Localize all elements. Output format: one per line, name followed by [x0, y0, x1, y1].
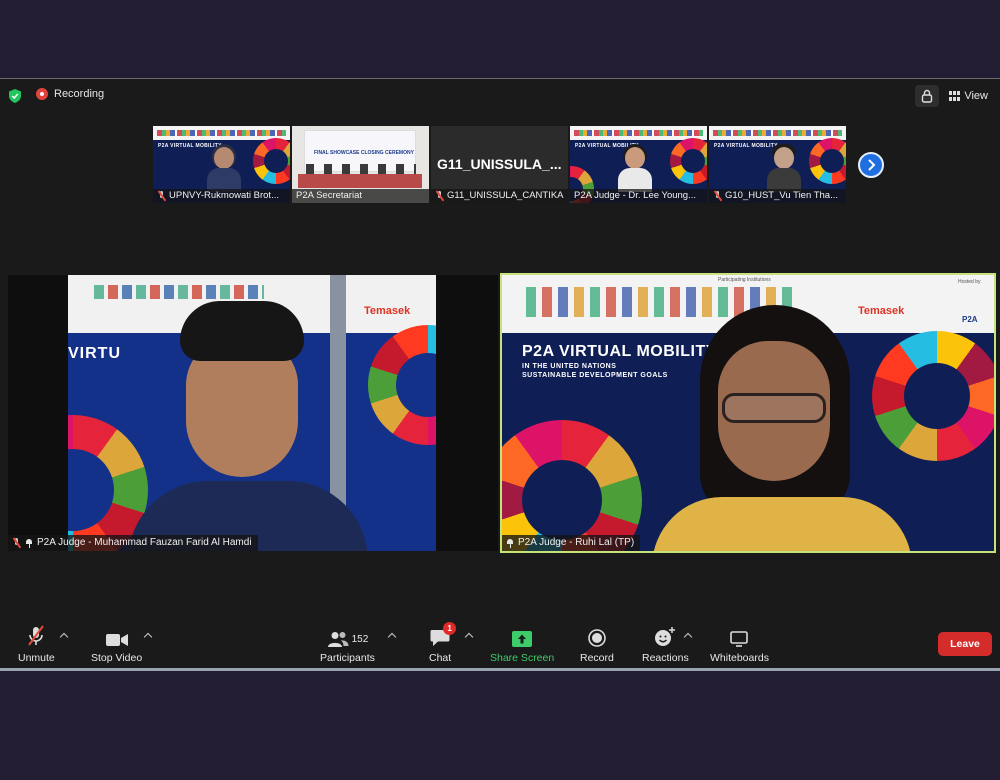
window-bottom-strip [0, 668, 1000, 671]
participant-video-tile[interactable]: VIRTU Temasek P2A Judge - Muhammad Fauza… [8, 275, 498, 551]
participant-name-label: P2A Judge - Dr. Lee Young... [570, 189, 707, 203]
video-camera-icon [105, 634, 128, 646]
view-button[interactable]: View [949, 90, 988, 102]
zoom-meeting-window: Recording View P2A VIRTUAL MOBILITY UPNV… [0, 79, 1000, 671]
participants-icon [327, 632, 349, 647]
recording-label: Recording [54, 88, 105, 100]
backdrop-subtitle: IN THE UNITED NATIONS [522, 363, 617, 370]
chat-unread-badge: 1 [443, 622, 457, 635]
room-table [298, 174, 422, 188]
chat-button[interactable]: 1 Chat [429, 622, 457, 664]
participant-thumbnail[interactable]: P2A VIRTUAL MOBILITY P2A Judge - Dr. Lee… [570, 126, 707, 203]
sdg-wheel [253, 138, 290, 184]
unmute-button[interactable]: Unmute [18, 625, 55, 664]
participant-video [618, 144, 652, 192]
mic-muted-icon [713, 191, 722, 201]
reactions-button[interactable]: Reactions [642, 625, 689, 664]
pin-icon [506, 538, 514, 548]
unmute-label: Unmute [18, 652, 55, 664]
temasek-logo: Temasek [364, 305, 411, 317]
participant-video [207, 144, 241, 192]
participant-name-label: G11_UNISSULA_CANTIKA [431, 189, 568, 203]
participant-thumbnail[interactable]: FINAL SHOWCASE CLOSING CEREMONY P2A Secr… [292, 126, 429, 203]
participant-name-label: P2A Secretariat [292, 189, 429, 203]
record-button[interactable]: Record [580, 625, 614, 664]
share-screen-icon [512, 631, 533, 647]
sdg-wheel [670, 138, 707, 184]
participant-thumbnail[interactable]: P2A VIRTUAL MOBILITY G10_HUST_Vu Tien Th… [709, 126, 846, 203]
sdg-wheel [809, 138, 846, 184]
pin-icon [25, 538, 33, 548]
participants-button[interactable]: 152 Participants [320, 625, 375, 664]
leave-button[interactable]: Leave [938, 632, 992, 656]
mic-muted-icon [435, 191, 444, 201]
audio-options-caret[interactable] [60, 631, 68, 639]
hosted-by-text: Hosted by [958, 279, 981, 285]
backdrop-text: VIRTU [68, 345, 121, 362]
record-icon [588, 629, 606, 647]
p2a-logo: P2A [962, 315, 978, 324]
reactions-label: Reactions [642, 652, 689, 664]
lock-icon [922, 89, 933, 103]
participant-name-label: P2A Judge - Muhammad Fauzan Farid Al Ham… [8, 535, 258, 551]
whiteboards-button[interactable]: Whiteboards [710, 625, 769, 664]
participant-person [652, 305, 912, 551]
reactions-options-caret[interactable] [684, 631, 692, 639]
whiteboard-icon [730, 631, 749, 647]
chat-label: Chat [429, 652, 452, 664]
chat-options-caret[interactable] [465, 631, 473, 639]
share-screen-button[interactable]: Share Screen [490, 625, 554, 664]
record-dot-icon [36, 88, 48, 100]
backdrop-subtitle: SUSTAINABLE DEVELOPMENT GOALS [522, 372, 668, 379]
room-screen-title: FINAL SHOWCASE CLOSING CEREMONY [314, 150, 414, 156]
participant-person [128, 301, 368, 551]
next-page-button[interactable] [858, 152, 884, 178]
record-label: Record [580, 652, 614, 664]
view-label: View [964, 90, 988, 102]
meeting-top-bar: Recording View [0, 79, 1000, 113]
sdg-wheel [502, 420, 642, 551]
participants-label: Participants [320, 652, 375, 664]
smiley-plus-icon [655, 627, 676, 646]
immersive-view-button[interactable] [915, 85, 940, 107]
participants-count: 152 [351, 634, 369, 645]
participant-thumbnail-strip: P2A VIRTUAL MOBILITY UPNVY-Rukmowati Bro… [153, 126, 846, 203]
participant-video [767, 144, 801, 192]
share-screen-label: Share Screen [490, 652, 555, 664]
participant-name-label: P2A Judge - Ruhi Lal (TP) [502, 535, 641, 551]
active-speaker-video-tile[interactable]: Participating Institutions Hosted by Tem… [500, 273, 996, 553]
mic-muted-icon [12, 538, 21, 548]
recording-indicator[interactable]: Recording [36, 88, 104, 100]
participant-name-label: UPNVY-Rukmowati Brot... [153, 189, 290, 203]
participants-options-caret[interactable] [388, 631, 396, 639]
participant-name-placeholder: G11_UNISSULA_... [437, 156, 562, 172]
microphone-muted-icon [28, 625, 45, 646]
participant-thumbnail[interactable]: G11_UNISSULA_... G11_UNISSULA_CANTIKA [431, 126, 568, 203]
meeting-toolbar: Unmute Stop Video 152 Participants 1 Cha… [0, 621, 1000, 671]
stop-video-label: Stop Video [91, 652, 143, 664]
sdg-wheel [368, 325, 436, 445]
top-right-controls: View [915, 85, 988, 107]
mic-muted-icon [157, 191, 166, 201]
camera-feed: VIRTU Temasek [68, 275, 436, 551]
shield-check-icon[interactable] [9, 89, 21, 103]
whiteboards-label: Whiteboards [710, 652, 769, 664]
grid-icon [949, 91, 961, 101]
participant-name-label: G10_HUST_Vu Tien Tha... [709, 189, 846, 203]
participant-thumbnail[interactable]: P2A VIRTUAL MOBILITY UPNVY-Rukmowati Bro… [153, 126, 290, 203]
chevron-right-icon [868, 159, 876, 171]
video-options-caret[interactable] [144, 631, 152, 639]
participating-institutions-text: Participating Institutions [718, 277, 771, 283]
stop-video-button[interactable]: Stop Video [91, 625, 142, 664]
